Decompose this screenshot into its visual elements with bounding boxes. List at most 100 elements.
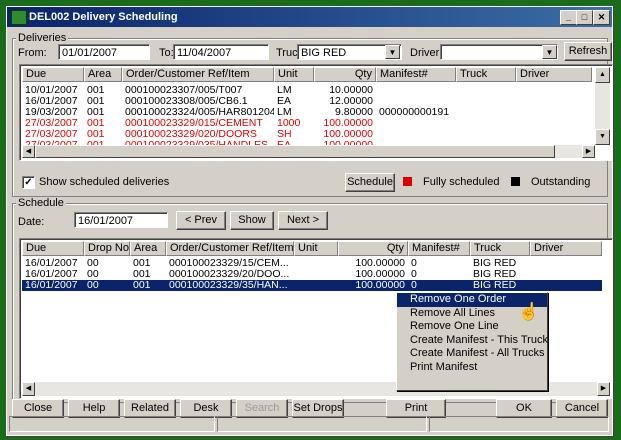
driver-dropdown-arrow-icon[interactable]: ▼ bbox=[542, 45, 557, 59]
deliveries-list[interactable]: Due Area Order/Customer Ref/Item Unit Qty Man… bbox=[19, 64, 613, 161]
schedule-cell-truck: BIG RED bbox=[473, 269, 517, 280]
to-label: To: bbox=[159, 47, 174, 59]
deliveries-col-header[interactable]: Unit bbox=[274, 67, 314, 82]
deliveries-cell-qty: 9.80000 bbox=[335, 107, 373, 118]
schedule-group-label: Schedule bbox=[16, 197, 66, 209]
fully-scheduled-label: Fully scheduled bbox=[423, 176, 500, 188]
deliveries-cell-qty: 10.00000 bbox=[329, 85, 373, 96]
scroll-down-icon[interactable]: ▼ bbox=[595, 129, 610, 145]
app-icon bbox=[11, 10, 27, 25]
schedule-col-header[interactable]: Unit bbox=[294, 241, 338, 256]
schedule-button[interactable]: Schedule bbox=[345, 173, 395, 192]
deliveries-cell-unit: EA bbox=[277, 96, 292, 107]
deliveries-scroll-thumb[interactable] bbox=[35, 145, 555, 158]
schedule-rows: 16/01/2007 00 001 000100023329/15/CEM... 100… bbox=[22, 258, 602, 291]
schedule-cell-order: 000100023329/15/CEM... bbox=[169, 258, 289, 269]
schedule-col-header[interactable]: Area bbox=[130, 241, 166, 256]
deliveries-col-header[interactable]: Qty bbox=[314, 67, 376, 82]
driver-select[interactable] bbox=[440, 44, 558, 60]
truck-select-value: BIG RED bbox=[301, 47, 347, 59]
deliveries-table-row[interactable]: 27/03/2007 001 000100023329/020/DOORS SH 100… bbox=[22, 129, 592, 140]
deliveries-cell-due: 16/01/2007 bbox=[25, 96, 78, 107]
status-bar bbox=[9, 416, 610, 433]
deliveries-cell-truck bbox=[456, 118, 516, 129]
next-button[interactable]: Next > bbox=[278, 211, 328, 230]
from-label: From: bbox=[18, 47, 47, 59]
prev-button[interactable]: < Prev bbox=[176, 211, 226, 230]
deliveries-cell-unit: LM bbox=[277, 107, 292, 118]
deliveries-cell-order: 000100023324/005/HAR8012040... bbox=[125, 107, 274, 118]
title-bar[interactable]: DEL002 Delivery Scheduling _ □ ✕ bbox=[7, 7, 612, 27]
deliveries-cell-driver bbox=[516, 129, 592, 140]
schedule-date-input[interactable]: 16/01/2007 bbox=[74, 212, 168, 228]
deliveries-cell-area: 001 bbox=[87, 96, 105, 107]
context-menu-item[interactable]: Create Manifest - This Truck bbox=[397, 334, 548, 348]
deliveries-table-row[interactable]: 27/03/2007 001 000100023329/015/CEMENT 1000… bbox=[22, 118, 592, 129]
context-menu-item[interactable]: Print Manifest bbox=[397, 361, 547, 375]
refresh-button[interactable]: Refresh bbox=[564, 42, 612, 61]
schedule-cell-manifest: 0 bbox=[411, 280, 417, 291]
to-date-input[interactable]: 11/04/2007 bbox=[173, 44, 269, 60]
deliveries-cell-driver bbox=[516, 107, 592, 118]
schedule-scroll-left-icon[interactable]: ◀ bbox=[22, 382, 35, 396]
scroll-right-icon[interactable]: ▶ bbox=[582, 145, 595, 158]
schedule-col-header[interactable]: Truck bbox=[470, 241, 530, 256]
deliveries-col-header[interactable]: Truck bbox=[456, 67, 516, 82]
window-title: DEL002 Delivery Scheduling bbox=[29, 11, 178, 23]
schedule-col-header[interactable]: Manifest# bbox=[408, 241, 470, 256]
deliveries-col-header[interactable]: Due bbox=[22, 67, 84, 82]
deliveries-cell-area: 001 bbox=[87, 107, 105, 118]
fully-scheduled-swatch bbox=[403, 177, 412, 186]
truck-dropdown-arrow-icon[interactable]: ▼ bbox=[385, 45, 400, 59]
schedule-scroll-right-icon[interactable]: ▶ bbox=[597, 382, 610, 396]
show-scheduled-checkbox[interactable]: ✓ bbox=[22, 176, 35, 189]
deliveries-cell-driver bbox=[516, 118, 592, 129]
scroll-left-icon[interactable]: ◀ bbox=[22, 145, 35, 158]
deliveries-cell-manifest bbox=[376, 129, 456, 140]
schedule-col-header[interactable]: Due bbox=[22, 241, 84, 256]
deliveries-table-row[interactable]: 16/01/2007 001 000100023308/005/CB6.1 EA 12.… bbox=[22, 96, 592, 107]
deliveries-cell-order: 000100023308/005/CB6.1 bbox=[125, 96, 248, 107]
schedule-cell-qty: 100.00000 bbox=[355, 269, 405, 280]
context-menu-item[interactable]: Remove One Line bbox=[397, 320, 547, 334]
deliveries-table-row[interactable]: 19/03/2007 001 000100023324/005/HAR8012040… bbox=[22, 107, 592, 118]
deliveries-col-header[interactable]: Order/Customer Ref/Item bbox=[122, 67, 274, 82]
close-icon[interactable]: ✕ bbox=[593, 10, 610, 25]
from-date-input[interactable]: 01/01/2007 bbox=[58, 44, 150, 60]
schedule-col-header[interactable]: Qty bbox=[338, 241, 408, 256]
deliveries-cell-qty: 100.00000 bbox=[323, 129, 373, 140]
deliveries-horizontal-scrollbar[interactable]: ◀ ▶ bbox=[22, 145, 595, 158]
maximize-icon[interactable]: □ bbox=[576, 10, 593, 25]
minimize-icon[interactable]: _ bbox=[560, 10, 577, 25]
schedule-cell-drop: 00 bbox=[87, 258, 99, 269]
show-button[interactable]: Show bbox=[230, 211, 274, 230]
context-menu-item[interactable]: Create Manifest - All Trucks bbox=[397, 347, 547, 361]
schedule-table-row[interactable]: 16/01/2007 00 001 000100023329/15/CEM... 100… bbox=[22, 258, 602, 269]
deliveries-cell-manifest: 000000000191 bbox=[379, 107, 450, 118]
deliveries-cell-unit: SH bbox=[277, 129, 292, 140]
deliveries-cell-manifest bbox=[376, 118, 456, 129]
schedule-table-row[interactable]: 16/01/2007 00 001 000100023329/35/HAN... 100… bbox=[22, 280, 602, 291]
schedule-cell-driver bbox=[530, 280, 602, 291]
deliveries-col-header[interactable]: Area bbox=[84, 67, 122, 82]
schedule-col-header[interactable]: Driver bbox=[530, 241, 602, 256]
deliveries-cell-driver bbox=[516, 85, 592, 96]
deliveries-col-header[interactable]: Driver bbox=[516, 67, 592, 82]
schedule-cell-manifest: 0 bbox=[411, 269, 417, 280]
schedule-cell-truck: BIG RED bbox=[473, 258, 517, 269]
schedule-col-header[interactable]: Drop No bbox=[84, 241, 130, 256]
schedule-table-row[interactable]: 16/01/2007 00 001 000100023329/20/DOO... 100… bbox=[22, 269, 602, 280]
schedule-cell-area: 001 bbox=[133, 280, 151, 291]
deliveries-group-label: Deliveries bbox=[16, 32, 69, 44]
schedule-col-header[interactable]: Order/Customer Ref/Item bbox=[166, 241, 294, 256]
deliveries-table-row[interactable]: 10/01/2007 001 000100023307/005/T007 LM 10.0… bbox=[22, 85, 592, 96]
schedule-cell-area: 001 bbox=[133, 269, 151, 280]
deliveries-vertical-scrollbar[interactable]: ▲ ▼ bbox=[595, 67, 610, 145]
status-pane-3 bbox=[429, 416, 609, 432]
delivery-scheduling-window: DEL002 Delivery Scheduling _ □ ✕ Deliver… bbox=[6, 6, 613, 436]
deliveries-col-header[interactable]: Manifest# bbox=[376, 67, 456, 82]
deliveries-cell-order: 000100023307/005/T007 bbox=[125, 85, 243, 96]
outstanding-label: Outstanding bbox=[531, 176, 591, 188]
scroll-up-icon[interactable]: ▲ bbox=[595, 67, 610, 83]
schedule-cell-area: 001 bbox=[133, 258, 151, 269]
